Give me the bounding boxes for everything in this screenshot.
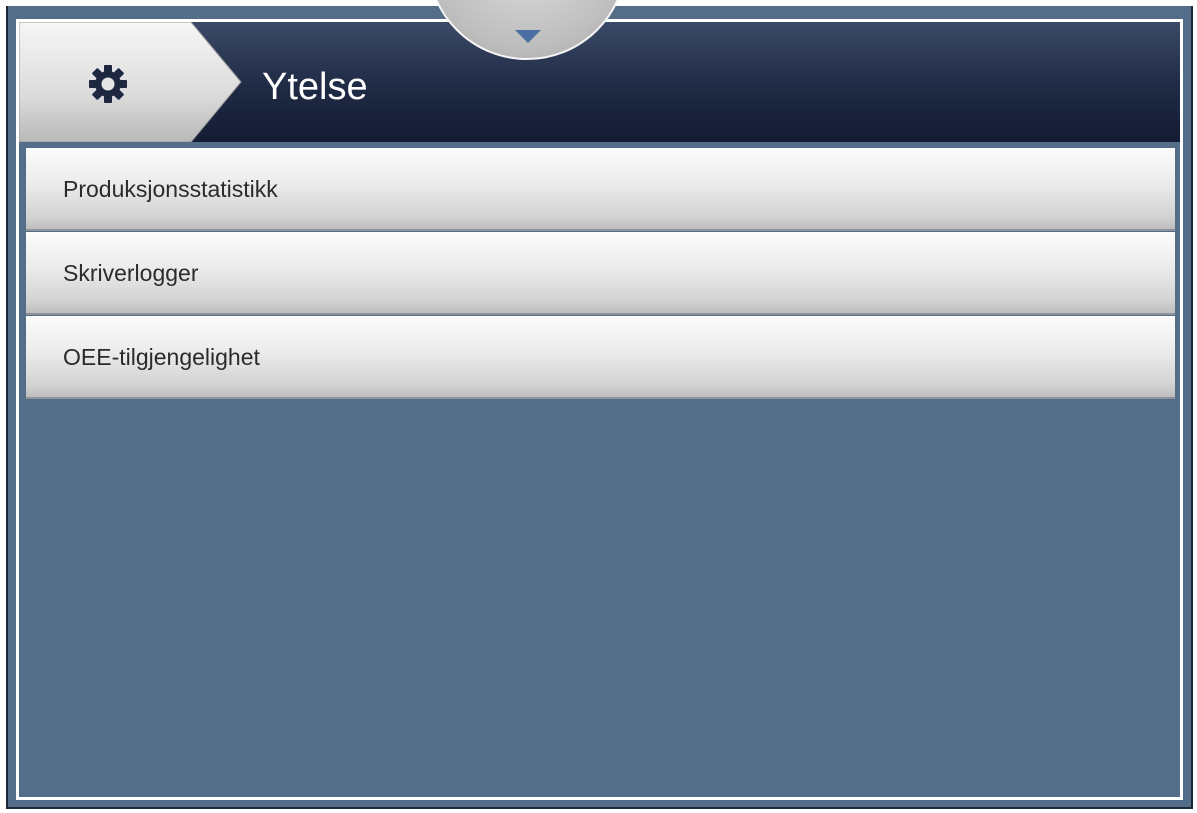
menu-item-label: OEE-tilgjengelighet xyxy=(63,343,260,370)
gear-icon xyxy=(89,65,127,103)
menu-item-label: Produksjonsstatistikk xyxy=(63,175,278,202)
home-button-shape xyxy=(19,22,242,142)
menu-item-label: Skriverlogger xyxy=(63,259,199,286)
menu-item-oee-availability[interactable]: OEE-tilgjengelighet xyxy=(26,316,1175,399)
page-title: Ytelse xyxy=(262,66,368,108)
home-button[interactable] xyxy=(19,22,245,142)
menu-list: Produksjonsstatistikk Skriverlogger OEE-… xyxy=(26,148,1175,400)
menu-item-production-statistics[interactable]: Produksjonsstatistikk xyxy=(26,148,1175,231)
chevron-down-icon xyxy=(515,30,541,43)
menu-item-printer-logs[interactable]: Skriverlogger xyxy=(26,232,1175,315)
